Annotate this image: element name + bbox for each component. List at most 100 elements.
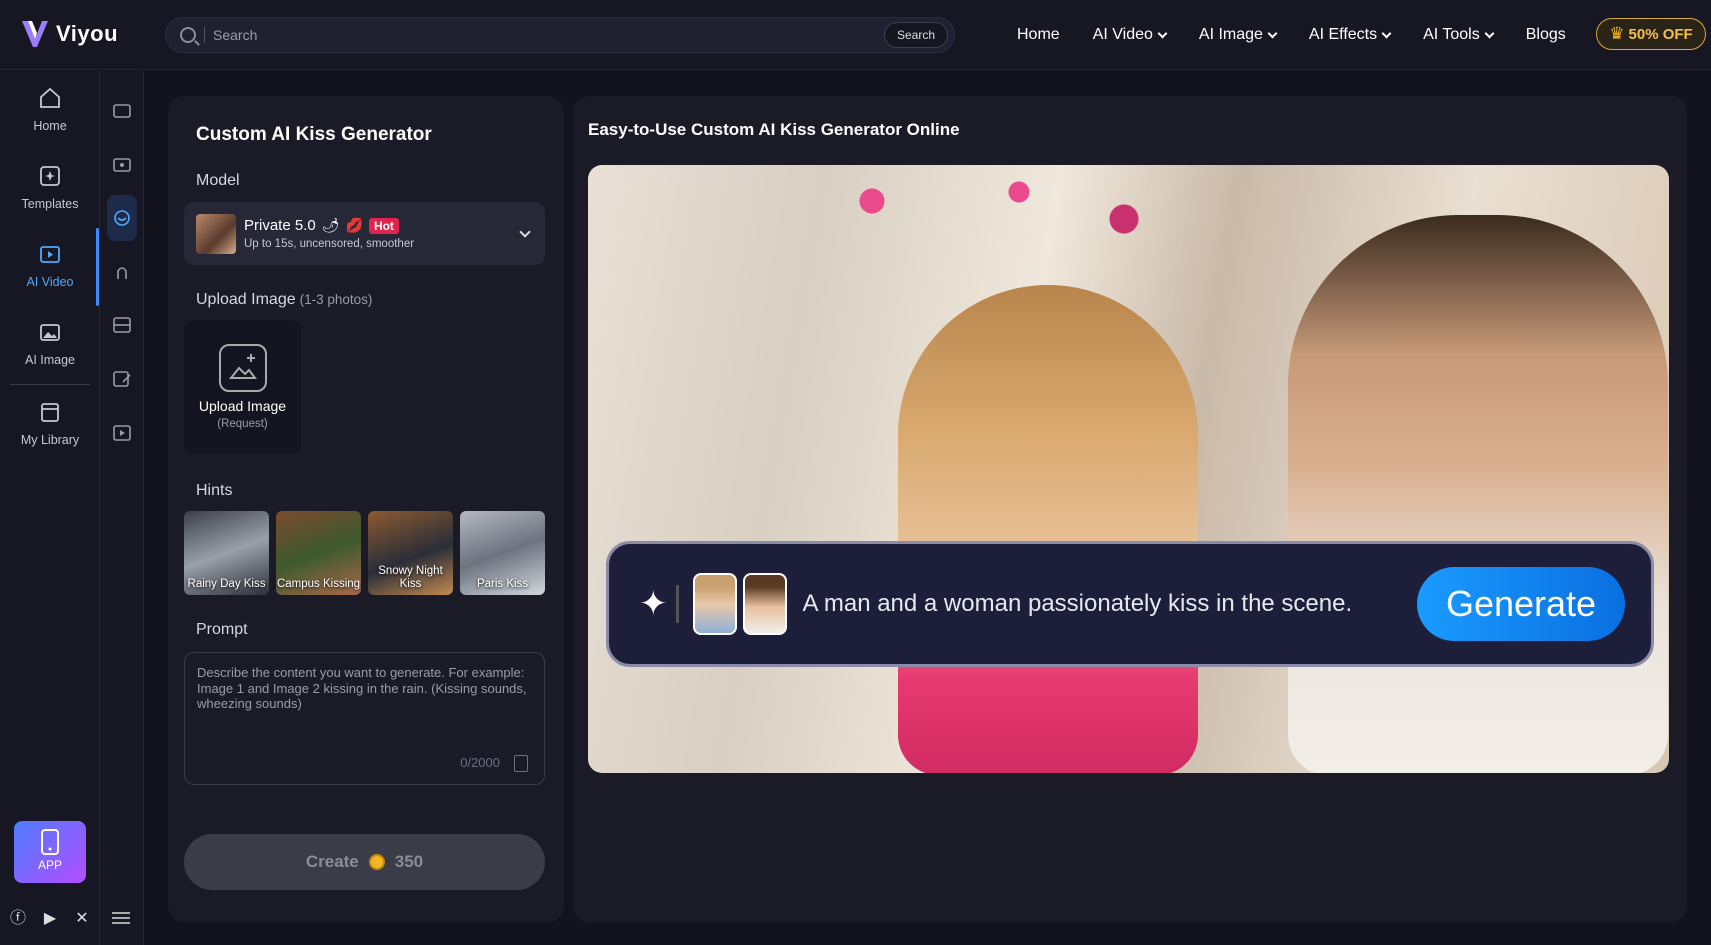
prompt-bar-divider [675,585,679,623]
sub-rail [100,71,144,945]
magic-wand-icon: ✦ [639,585,668,623]
nav-ai-tools-label: AI Tools [1423,26,1480,43]
model-label: Model [196,172,240,189]
chevron-down-icon [1267,28,1278,38]
generate-button[interactable]: Generate [1417,567,1625,641]
nav-home[interactable]: Home [1017,26,1060,44]
social-links: ⓕ ▶ ✕ [8,909,92,929]
ai-video-icon [40,246,60,263]
upload-image-icon [218,344,267,392]
hero-prompt-text: A man and a woman passionately kiss in t… [802,590,1353,617]
prompt-box: 0/2000 [184,652,545,785]
play-video-icon[interactable] [111,422,133,444]
create-button[interactable]: Create 350 [184,834,545,890]
rail-item-ai-video[interactable]: AI Video [0,242,100,289]
hint-label: Rainy Day Kiss [187,577,266,590]
video-effect-icon[interactable] [111,154,133,176]
top-bar: Viyou Search Home AI Video AI Image AI E… [0,0,1711,70]
hero-woman [898,285,1198,773]
offer-badge[interactable]: ♛ 50% OFF [1596,18,1706,50]
brand-logo[interactable]: Viyou [20,17,118,51]
face-thumbnail-woman [742,573,787,635]
face-thumbnail-man [692,573,737,635]
nav-ai-effects[interactable]: AI Effects [1308,26,1392,44]
nav-ai-image-label: AI Image [1198,26,1263,43]
youtube-icon[interactable]: ▶ [40,909,60,929]
hint-label: Campus Kissing [276,577,361,590]
chevron-down-icon [1157,28,1168,38]
rail-divider [10,384,90,385]
app-label: APP [37,858,62,872]
nav-blogs[interactable]: Blogs [1526,26,1566,44]
upload-label: Upload Image (1-3 photos) [196,291,372,309]
rail-item-label: AI Video [26,275,74,289]
main-title: Easy-to-Use Custom AI Kiss Generator Onl… [588,120,960,139]
upload-hint: (1-3 photos) [299,292,373,307]
hint-label: Paris Kiss [476,577,529,590]
templates-icon [40,166,60,186]
hero-flowers [788,165,1208,255]
lips-icon: 💋 [345,217,363,233]
rail-item-my-library[interactable]: My Library [0,400,100,447]
main-nav: Home AI Video AI Image AI Effects AI Too… [1017,0,1566,70]
phone-icon [41,829,59,855]
video-tool-icon[interactable] [111,100,133,122]
hints-label: Hints [196,482,233,499]
facebook-icon[interactable]: ⓕ [8,909,28,929]
left-rail: Home Templates AI Video AI Image My Libr… [0,71,100,945]
rail-item-label: My Library [20,433,80,447]
search-input[interactable] [213,27,884,43]
chili-icon: 🌶 [321,217,340,233]
hint-rainy-day-kiss[interactable]: Rainy Day Kiss [184,511,269,595]
hero-prompt-bar: ✦ A man and a woman passionately kiss in… [606,541,1654,667]
hint-campus-kissing[interactable]: Campus Kissing [276,511,361,595]
nav-ai-video[interactable]: AI Video [1092,26,1168,44]
generator-panel: Custom AI Kiss Generator Model Private 5… [168,96,564,922]
home-icon [40,87,60,108]
offer-label: 50% OFF [1628,25,1693,43]
chevron-down-icon [519,226,531,238]
nav-ai-effects-label: AI Effects [1308,26,1378,43]
nav-ai-image[interactable]: AI Image [1198,26,1278,44]
brand-name: Viyou [56,21,119,46]
clear-prompt-icon[interactable] [514,755,528,772]
prompt-input[interactable] [197,665,532,745]
ai-image-icon [40,324,60,341]
create-cost: 350 [394,852,424,871]
search-divider [204,27,205,43]
nav-blogs-label: Blogs [1525,26,1566,43]
menu-icon[interactable] [112,912,130,924]
rail-item-templates[interactable]: Templates [0,164,100,211]
prompt-label: Prompt [196,621,248,638]
template-grid-icon[interactable] [111,314,133,336]
rail-item-label: Templates [21,197,79,211]
model-select[interactable]: Private 5.0 🌶 💋 Hot Up to 15s, uncensore… [184,202,545,265]
model-thumbnail [196,213,236,254]
hug-tool-icon[interactable] [111,261,133,283]
edit-video-icon[interactable] [111,368,133,390]
rail-item-ai-image[interactable]: AI Image [0,320,100,367]
viyou-logo-icon [22,21,48,47]
app-download-button[interactable]: APP [14,821,86,883]
hero-image: ✦ A man and a woman passionately kiss in… [588,165,1669,773]
x-twitter-icon[interactable]: ✕ [72,909,92,929]
kiss-tool-icon[interactable] [111,207,133,229]
upload-image-button[interactable]: Upload Image (Request) [184,320,301,454]
hint-paris-kiss[interactable]: Paris Kiss [460,511,545,595]
rail-item-label: AI Image [24,353,76,367]
upload-label-text: Upload Image [196,291,296,308]
hint-snowy-night-kiss[interactable]: Snowy Night Kiss [368,511,453,595]
chevron-down-icon [1381,28,1392,38]
rail-active-indicator [96,228,99,306]
hints-list: Rainy Day Kiss Campus Kissing Snowy Nigh… [184,511,545,595]
library-icon [41,403,59,422]
hot-badge: Hot [368,217,399,234]
nav-home-label: Home [1017,26,1060,43]
nav-ai-video-label: AI Video [1092,26,1153,43]
nav-ai-tools[interactable]: AI Tools [1423,26,1495,44]
prompt-counter: 0/2000 [460,755,500,770]
rail-item-label: Home [33,119,67,133]
rail-item-home[interactable]: Home [0,86,100,133]
search-button[interactable]: Search [883,22,948,48]
chevron-down-icon [1484,28,1495,38]
